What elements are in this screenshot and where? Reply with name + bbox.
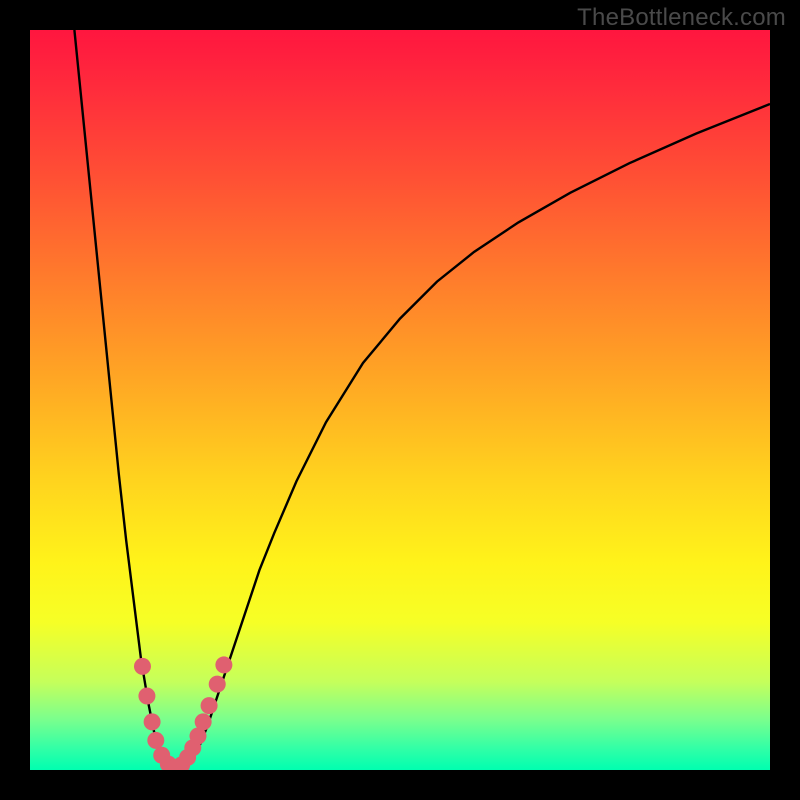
data-marker	[138, 688, 155, 705]
marker-group	[134, 656, 232, 770]
plot-area	[30, 30, 770, 770]
data-marker	[134, 658, 151, 675]
data-marker	[215, 656, 232, 673]
data-marker	[147, 732, 164, 749]
chart-svg	[30, 30, 770, 770]
chart-frame: TheBottleneck.com	[0, 0, 800, 800]
data-marker	[195, 713, 212, 730]
watermark-text: TheBottleneck.com	[577, 4, 786, 32]
data-marker	[209, 676, 226, 693]
data-marker	[201, 697, 218, 714]
bottleneck-curve	[74, 30, 770, 768]
data-marker	[144, 713, 161, 730]
